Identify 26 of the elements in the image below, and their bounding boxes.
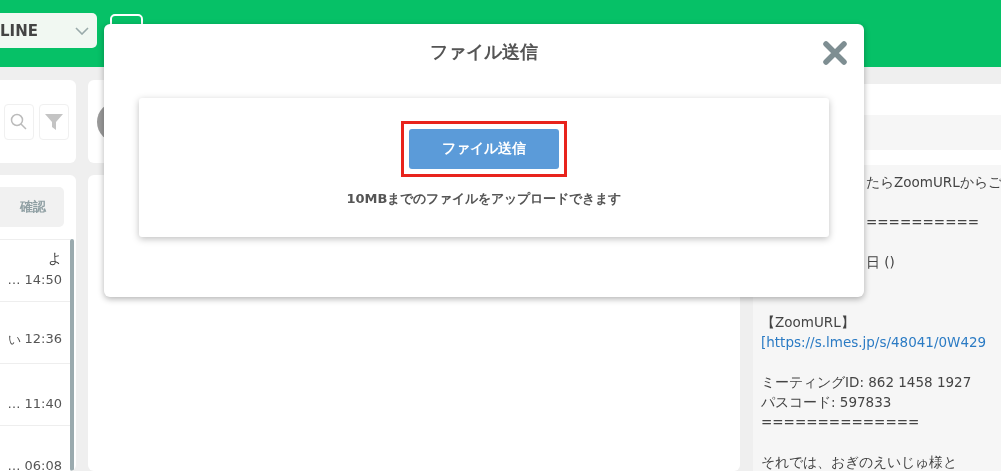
message-preview: …: [7, 396, 21, 411]
message-time: 12:36: [24, 331, 62, 348]
close-icon[interactable]: [822, 40, 848, 66]
search-icon[interactable]: [4, 103, 34, 140]
message-text: ミーティングID: 862 1458 1927: [761, 374, 972, 390]
zoom-link[interactable]: [https://s.lmes.jp/s/48041/0W429: [761, 334, 987, 350]
message-text: ==========: [866, 214, 980, 230]
message-preview: い: [7, 331, 21, 349]
filter-icon[interactable]: [39, 103, 69, 140]
message-text: それでは、おぎのえいじゅ様と: [761, 454, 957, 470]
conversation-name: よ: [48, 250, 62, 268]
message-preview: …: [7, 458, 21, 471]
dialog-title: ファイル送信: [430, 40, 538, 64]
message-text: 日 (): [866, 254, 895, 270]
message-preview: …: [7, 272, 21, 287]
upload-note: 10MBまでのファイルをアップロードできます: [346, 190, 622, 208]
scrollbar[interactable]: [70, 239, 74, 471]
account-select[interactable]: LINE: [0, 13, 97, 48]
message-time: 14:50: [24, 272, 62, 287]
message-text: 【ZoomURL】: [761, 314, 855, 330]
message-text: たらZoomURLからご: [866, 174, 1001, 190]
message-text: ==============: [761, 414, 920, 430]
message-time: 11:40: [24, 396, 62, 411]
message-text: パスコード: 597833: [761, 394, 892, 410]
message-time: 06:08: [24, 458, 62, 471]
chevron-down-icon: [75, 26, 89, 35]
